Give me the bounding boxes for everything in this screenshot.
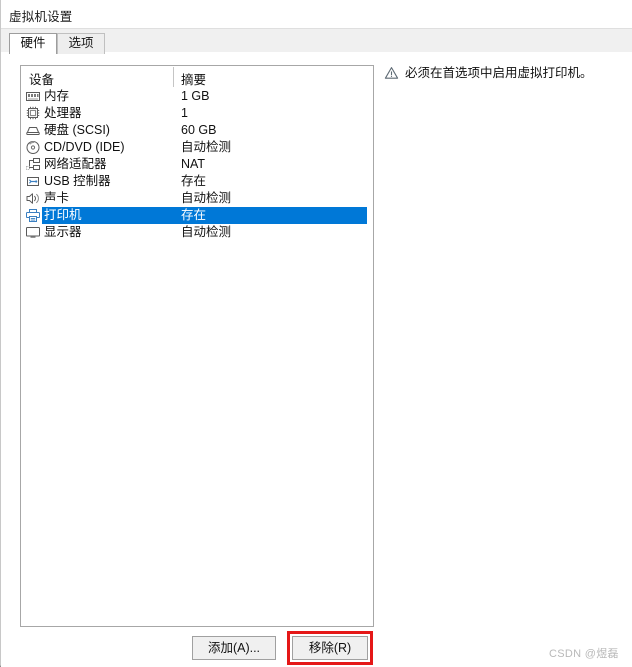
cd-dvd-icon <box>25 140 41 155</box>
device-name: 打印机 <box>44 208 82 222</box>
network-adapter-icon <box>25 157 41 172</box>
processor-icon <box>25 106 41 121</box>
table-row[interactable]: 网络适配器 NAT <box>21 156 373 173</box>
display-icon <box>25 225 41 240</box>
watermark: CSDN @煜磊 <box>549 648 619 660</box>
device-name: 硬盘 (SCSI) <box>44 123 110 137</box>
device-info-panel: 必须在首选项中启用虚拟打印机。 <box>382 65 627 627</box>
table-row[interactable]: 声卡 自动检测 <box>21 190 373 207</box>
warning-message: 必须在首选项中启用虚拟打印机。 <box>405 66 593 80</box>
tab-strip: 硬件 选项 <box>1 28 632 54</box>
device-name: CD/DVD (IDE) <box>44 140 125 154</box>
memory-icon <box>25 89 41 104</box>
column-header-summary: 摘要 <box>181 73 207 87</box>
add-button[interactable]: 添加(A)... <box>192 636 276 660</box>
device-summary: 60 GB <box>181 123 217 137</box>
vm-settings-window: 虚拟机设置 硬件 选项 设备 摘要 内存 1 GB 处理器 1 硬盘 (SCSI… <box>0 0 632 667</box>
remove-button[interactable]: 移除(R) <box>292 636 368 660</box>
device-name: 显示器 <box>44 225 82 239</box>
device-summary: 自动检测 <box>181 225 232 239</box>
table-row[interactable]: 处理器 1 <box>21 105 373 122</box>
tab-options[interactable]: 选项 <box>57 33 105 54</box>
page-title: 虚拟机设置 <box>9 10 73 24</box>
device-list[interactable]: 设备 摘要 内存 1 GB 处理器 1 硬盘 (SCSI) 60 GB CD/D… <box>20 65 374 627</box>
table-row[interactable]: CD/DVD (IDE) 自动检测 <box>21 139 373 156</box>
column-divider <box>173 67 174 87</box>
device-name: USB 控制器 <box>44 174 111 188</box>
device-name: 网络适配器 <box>44 157 107 171</box>
device-summary: 1 GB <box>181 89 210 103</box>
content-area: 设备 摘要 内存 1 GB 处理器 1 硬盘 (SCSI) 60 GB CD/D… <box>1 53 632 667</box>
sound-card-icon <box>25 191 41 206</box>
printer-warning: 必须在首选项中启用虚拟打印机。 <box>382 65 627 83</box>
device-summary: 存在 <box>181 174 207 188</box>
device-summary: 1 <box>181 106 188 120</box>
tab-hardware[interactable]: 硬件 <box>9 33 57 54</box>
table-row-selected[interactable]: 打印机 存在 <box>21 207 373 224</box>
printer-icon <box>25 208 41 223</box>
device-summary: NAT <box>181 157 206 171</box>
table-row[interactable]: 内存 1 GB <box>21 88 373 105</box>
device-name: 声卡 <box>44 191 70 205</box>
device-name: 处理器 <box>44 106 82 120</box>
table-row[interactable]: USB 控制器 存在 <box>21 173 373 190</box>
harddisk-icon <box>25 123 41 138</box>
table-row[interactable]: 显示器 自动检测 <box>21 224 373 241</box>
warning-triangle-icon <box>384 66 399 80</box>
title-bar: 虚拟机设置 <box>1 0 632 28</box>
device-name: 内存 <box>44 89 70 103</box>
table-row[interactable]: 硬盘 (SCSI) 60 GB <box>21 122 373 139</box>
device-list-header: 设备 摘要 <box>21 66 373 88</box>
usb-controller-icon <box>25 174 41 189</box>
device-summary: 自动检测 <box>181 140 232 154</box>
device-summary: 存在 <box>181 208 207 222</box>
device-rows: 内存 1 GB 处理器 1 硬盘 (SCSI) 60 GB CD/DVD (ID… <box>21 88 373 241</box>
device-summary: 自动检测 <box>181 191 232 205</box>
column-header-device: 设备 <box>29 73 55 87</box>
row-highlight <box>42 105 367 122</box>
